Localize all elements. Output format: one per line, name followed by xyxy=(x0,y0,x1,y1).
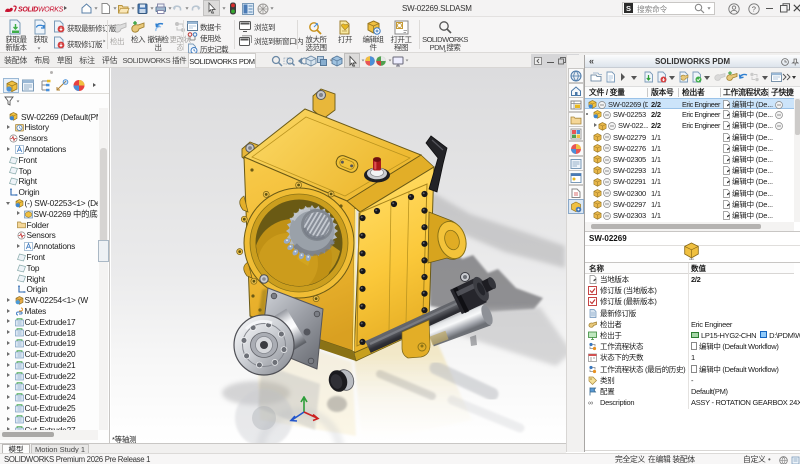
svg-text:?: ? xyxy=(752,4,756,13)
svg-text:WORKS: WORKS xyxy=(38,7,64,14)
svg-text:SOLID: SOLID xyxy=(18,7,38,14)
svg-text:∞: ∞ xyxy=(588,400,593,407)
